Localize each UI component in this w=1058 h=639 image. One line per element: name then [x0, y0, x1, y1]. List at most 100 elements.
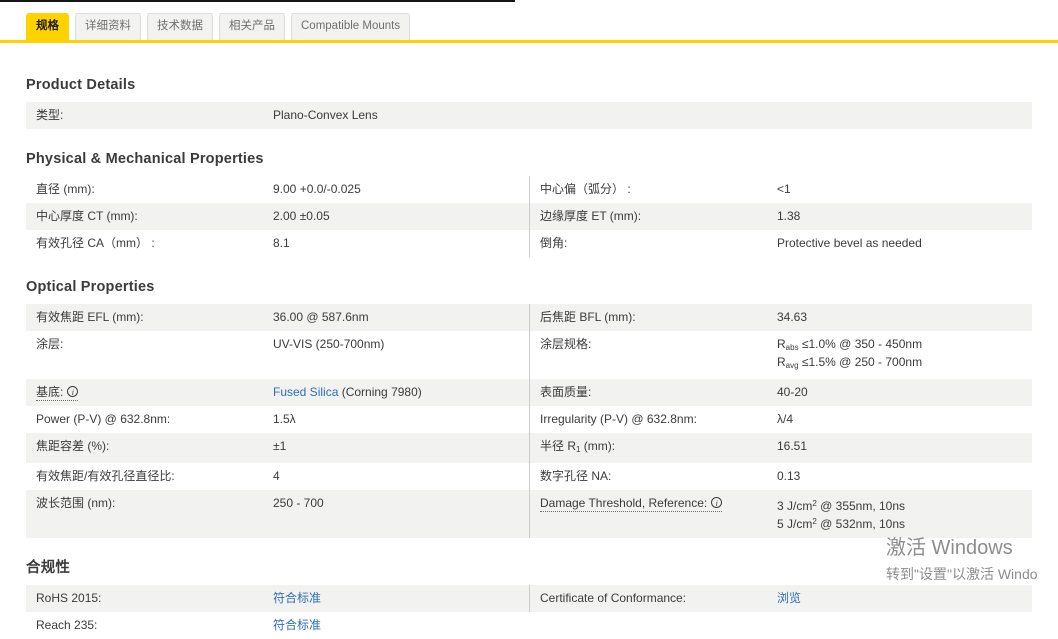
- spec-label: 后焦距 BFL (mm):: [530, 310, 777, 325]
- text-segment: 边缘厚度 ET (mm):: [540, 209, 642, 223]
- value-link[interactable]: 符合标准: [273, 591, 321, 605]
- tab-compatible-mounts[interactable]: Compatible Mounts: [291, 13, 411, 40]
- text-segment: R: [777, 337, 786, 351]
- spec-value: <1: [777, 182, 1032, 197]
- section-title: Physical & Mechanical Properties: [26, 151, 264, 167]
- spec-value-line: 4: [273, 469, 519, 484]
- tab-specs[interactable]: 规格: [26, 13, 69, 40]
- spec-value-line: 0.13: [777, 469, 1022, 484]
- spec-value: Fused Silica (Corning 7980): [273, 385, 529, 400]
- text-segment: Irregularity (P-V) @ 632.8nm:: [540, 412, 697, 426]
- spec-label: Damage Threshold, Reference: i: [530, 496, 777, 512]
- spec-cell-pair: 后焦距 BFL (mm): 34.63: [529, 304, 1032, 331]
- text-segment: 波长范围 (nm):: [36, 496, 116, 510]
- spec-value-line: 250 - 700: [273, 496, 519, 511]
- text-segment: (Corning 7980): [338, 385, 422, 399]
- spec-row: 涂层: UV-VIS (250-700nm) 涂层规格: Rabs ≤1.0% @ 3…: [26, 331, 1032, 379]
- spec-label: 数字孔径 NA:: [530, 469, 777, 484]
- spec-cell-pair: 波长范围 (nm): 250 - 700: [26, 490, 529, 538]
- text-segment: 3 J/cm: [777, 499, 813, 513]
- tab-bar: 规格 详细资料 技术数据 相关产品 Compatible Mounts: [0, 0, 1058, 40]
- window-top-edge: [0, 0, 515, 2]
- text-segment: 36.00 @ 587.6nm: [273, 310, 369, 324]
- spec-row: Reach 235: 符合标准: [26, 612, 1032, 639]
- spec-cell-pair: [529, 612, 1032, 639]
- spec-label-text[interactable]: Damage Threshold, Reference: i: [540, 496, 723, 512]
- spec-value-line: 浏览: [777, 591, 1022, 606]
- spec-table: 类型: Plano-Convex Lens: [26, 102, 1032, 129]
- text-segment: 4: [273, 469, 280, 483]
- spec-value: 250 - 700: [273, 496, 529, 511]
- section-title: 合规性: [26, 560, 71, 576]
- spec-value-line: Ravg ≤1.5% @ 250 - 700nm: [777, 355, 1022, 373]
- text-segment: 40-20: [777, 385, 808, 399]
- text-segment: 半径 R: [540, 439, 577, 453]
- value-link[interactable]: Fused Silica: [273, 385, 338, 399]
- spec-label-text: Irregularity (P-V) @ 632.8nm:: [540, 412, 697, 426]
- spec-label: RoHS 2015:: [26, 591, 273, 606]
- spec-label: 边缘厚度 ET (mm):: [530, 209, 777, 224]
- value-link[interactable]: 符合标准: [273, 618, 321, 632]
- spec-cell-pair: 中心厚度 CT (mm): 2.00 ±0.05: [26, 203, 529, 230]
- section-compliance: 合规性 RoHS 2015: 符合标准 Certificate of Conforma…: [26, 560, 1032, 639]
- text-segment: 1.38: [777, 209, 801, 223]
- spec-label-text: 数字孔径 NA:: [540, 469, 611, 483]
- spec-label: 类型:: [26, 108, 273, 123]
- text-segment: λ/4: [777, 412, 794, 426]
- spec-value-line: 9.00 +0.0/-0.025: [273, 182, 519, 197]
- text-segment: UV-VIS (250-700nm): [273, 337, 385, 351]
- tab-underline-rule: [0, 40, 1058, 43]
- spec-value: Rabs ≤1.0% @ 350 - 450nm Ravg ≤1.5% @ 250…: [777, 337, 1032, 373]
- spec-value-line: 符合标准: [273, 591, 519, 606]
- text-segment: ≤1.5% @ 250 - 700nm: [798, 355, 923, 369]
- spec-label-text: 倒角:: [540, 236, 567, 250]
- text-segment: abs: [785, 343, 799, 352]
- spec-label: 有效孔径 CA（mm） :: [26, 236, 273, 251]
- spec-label-text: 中心偏（弧分） :: [540, 182, 631, 196]
- spec-value-line: Rabs ≤1.0% @ 350 - 450nm: [777, 337, 1022, 355]
- spec-value: 符合标准: [273, 591, 529, 606]
- section-product-details: Product Details 类型: Plano-Convex Lens: [26, 77, 1032, 129]
- text-segment: Plano-Convex Lens: [273, 108, 378, 122]
- spec-label-text: 焦距容差 (%):: [36, 439, 109, 453]
- spec-label-text[interactable]: 基底: i: [36, 385, 79, 401]
- spec-cell-pair: 有效孔径 CA（mm） : 8.1: [26, 230, 529, 257]
- text-segment: 表面质量:: [540, 385, 592, 399]
- spec-value-line: <1: [777, 182, 1022, 197]
- tab-detailed-info[interactable]: 详细资料: [75, 13, 141, 40]
- spec-cell-pair: 倒角: Protective bevel as needed: [529, 230, 1032, 257]
- spec-row: 类型: Plano-Convex Lens: [26, 102, 1032, 129]
- spec-label-text: 半径 R1 (mm):: [540, 439, 615, 454]
- spec-label-text: 直径 (mm):: [36, 182, 95, 196]
- text-segment: Power (P-V) @ 632.8nm:: [36, 412, 171, 426]
- spec-label-text: Power (P-V) @ 632.8nm:: [36, 412, 170, 426]
- spec-label: 直径 (mm):: [26, 182, 273, 197]
- tab-technical-data[interactable]: 技术数据: [147, 13, 213, 40]
- text-segment: 有效焦距 EFL (mm):: [36, 310, 144, 324]
- spec-row: 基底: i Fused Silica (Corning 7980) 表面质量: 40-2…: [26, 379, 1032, 406]
- spec-label-text: 有效焦距 EFL (mm):: [36, 310, 144, 324]
- spec-value: 9.00 +0.0/-0.025: [273, 182, 529, 197]
- spec-value: 4: [273, 469, 529, 484]
- spec-label: 波长范围 (nm):: [26, 496, 273, 511]
- spec-value-line: 2.00 ±0.05: [273, 209, 519, 224]
- text-segment: Certificate of Conformance:: [540, 591, 687, 605]
- info-icon[interactable]: i: [67, 386, 79, 397]
- tab-related-products[interactable]: 相关产品: [219, 13, 285, 40]
- section-optical-properties: Optical Properties 有效焦距 EFL (mm): 36.00 @ …: [26, 279, 1032, 538]
- spec-row: 有效焦距 EFL (mm): 36.00 @ 587.6nm 后焦距 BFL (mm…: [26, 304, 1032, 331]
- spec-value-line: 1.5λ: [273, 412, 519, 427]
- spec-cell-pair: Power (P-V) @ 632.8nm: 1.5λ: [26, 406, 529, 433]
- text-segment: RoHS 2015:: [36, 591, 102, 605]
- text-segment: 8.1: [273, 236, 290, 250]
- spec-row: 有效孔径 CA（mm） : 8.1 倒角: Protective bevel as n…: [26, 230, 1032, 257]
- spec-label-text: RoHS 2015:: [36, 591, 101, 605]
- spec-value: 34.63: [777, 310, 1032, 325]
- spec-cell-pair: RoHS 2015: 符合标准: [26, 585, 529, 612]
- spec-label: 倒角:: [530, 236, 777, 251]
- info-icon[interactable]: i: [711, 497, 723, 508]
- spec-cell-pair: Damage Threshold, Reference: i 3 J/cm2 @ 3…: [529, 490, 1032, 538]
- spec-value: 1.5λ: [273, 412, 529, 427]
- text-segment: ≤1.0% @ 350 - 450nm: [798, 337, 923, 351]
- value-link[interactable]: 浏览: [777, 591, 801, 605]
